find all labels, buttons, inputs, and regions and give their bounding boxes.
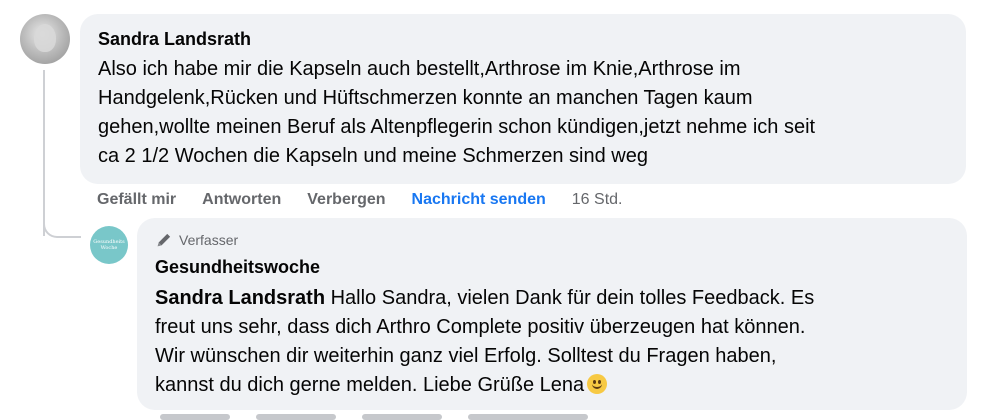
comment-line: Also ich habe mir die Kapseln auch beste…	[98, 58, 741, 80]
page-avatar[interactable]: Gesundheits Woche	[90, 226, 128, 264]
hide-button[interactable]: Verbergen	[307, 191, 385, 209]
comment-author[interactable]: Sandra Landsrath	[98, 28, 948, 50]
avatar-face	[34, 24, 56, 52]
reply-button[interactable]: Antworten	[202, 191, 281, 209]
smile-emoji-icon	[587, 374, 608, 394]
reply-bubble: Verfasser Gesundheitswoche Sandra Landsr…	[137, 218, 967, 410]
author-badge-label: Verfasser	[179, 232, 239, 248]
reply-line: Sandra Landsrath Hallo Sandra, vielen Da…	[155, 284, 949, 313]
author-badge: Verfasser	[155, 230, 949, 250]
comment-line: ca 2 1/2 Wochen die Kapseln und meine Sc…	[98, 145, 648, 167]
reply-author[interactable]: Gesundheitswoche	[155, 256, 949, 278]
comment-line: gehen,wollte meinen Beruf als Altenpfleg…	[98, 116, 816, 138]
reply-line-text: kannst du dich gerne melden. Liebe Grüße…	[155, 374, 585, 396]
comment-bubble: Sandra Landsrath Also ich habe mir die K…	[80, 14, 966, 184]
thread-connector-curve	[43, 218, 81, 238]
reply-line: freut uns sehr, dass dich Arthro Complet…	[155, 316, 806, 338]
like-button[interactable]: Gefällt mir	[97, 191, 176, 209]
thread-connector-line	[43, 70, 45, 236]
send-message-button[interactable]: Nachricht senden	[412, 191, 546, 209]
reply-line: kannst du dich gerne melden. Liebe Grüße…	[155, 371, 949, 400]
comment-actions: Gefällt mir Antworten Verbergen Nachrich…	[97, 187, 622, 213]
comment-line: Handgelenk,Rücken und Hüftschmerzen konn…	[98, 87, 753, 109]
mention-link[interactable]: Sandra Landsrath	[155, 287, 325, 309]
reply-line-text: Hallo Sandra, vielen Dank für dein tolle…	[325, 287, 815, 309]
reply-text: Sandra Landsrath Hallo Sandra, vielen Da…	[155, 284, 949, 400]
reply-line: Wir wünschen dir weiterhin ganz viel Erf…	[155, 345, 777, 367]
timestamp[interactable]: 16 Std.	[572, 191, 623, 209]
pencil-icon	[157, 233, 171, 247]
reply-actions-cutoff	[160, 414, 680, 420]
avatar[interactable]	[20, 14, 70, 64]
comment-text: Also ich habe mir die Kapseln auch beste…	[98, 55, 948, 171]
